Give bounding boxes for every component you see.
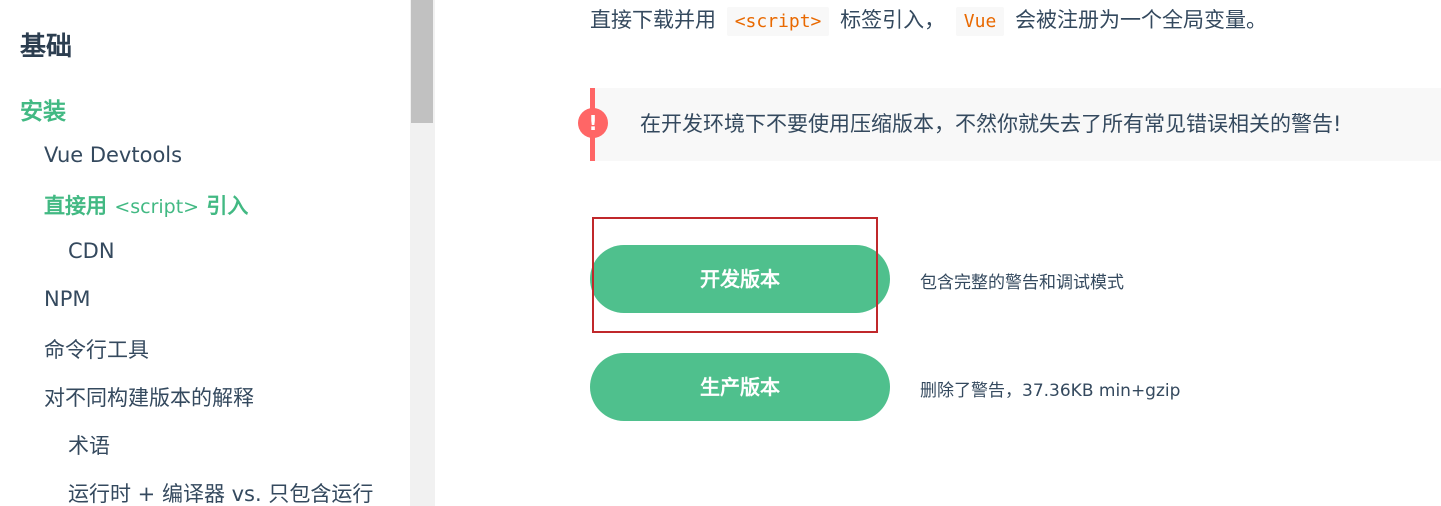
download-dev-description: 包含完整的警告和调试模式: [920, 273, 1124, 293]
sidebar: 基础 安装 Vue Devtools 直接用 <script> 引入 CDN N…: [0, 0, 410, 506]
sidebar-section-title: 基础: [20, 32, 73, 62]
intro-paragraph: 直接下载并用 <script> 标签引入， Vue 会被注册为一个全局变量。: [590, 2, 1267, 40]
sidebar-item-terms[interactable]: 术语: [68, 430, 110, 460]
intro-text: 直接下载并用: [590, 8, 716, 32]
sidebar-item-cli[interactable]: 命令行工具: [44, 334, 149, 364]
download-prod-button[interactable]: 生产版本: [590, 353, 890, 421]
sidebar-item-direct-script[interactable]: 直接用 <script> 引入: [44, 190, 248, 220]
annotation-highlight-box: [592, 217, 878, 333]
sidebar-item-code: <script>: [114, 196, 200, 218]
sidebar-item-label: 引入: [199, 194, 249, 218]
sidebar-item-npm[interactable]: NPM: [44, 287, 91, 311]
download-prod-description: 删除了警告，37.36KB min+gzip: [920, 381, 1181, 401]
sidebar-item-runtime-compiler[interactable]: 运行时 + 编译器 vs. 只包含运行: [68, 478, 373, 506]
inline-code-script: <script>: [726, 7, 830, 36]
warning-text: 在开发环境下不要使用压缩版本，不然你就失去了所有常见错误相关的警告!: [640, 112, 1342, 136]
sidebar-item-label: 直接用: [44, 194, 115, 218]
inline-code-vue: Vue: [955, 7, 1005, 36]
intro-text: 标签引入，: [840, 8, 946, 32]
sidebar-item-cdn[interactable]: CDN: [68, 239, 115, 263]
sidebar-item-install[interactable]: 安装: [20, 92, 66, 126]
sidebar-item-vue-devtools[interactable]: Vue Devtools: [44, 143, 182, 167]
intro-text: 会被注册为一个全局变量。: [1014, 8, 1267, 32]
sidebar-scrollbar-thumb[interactable]: [411, 0, 433, 123]
sidebar-item-build-explanation[interactable]: 对不同构建版本的解释: [44, 382, 254, 412]
warning-icon: !: [578, 108, 608, 138]
